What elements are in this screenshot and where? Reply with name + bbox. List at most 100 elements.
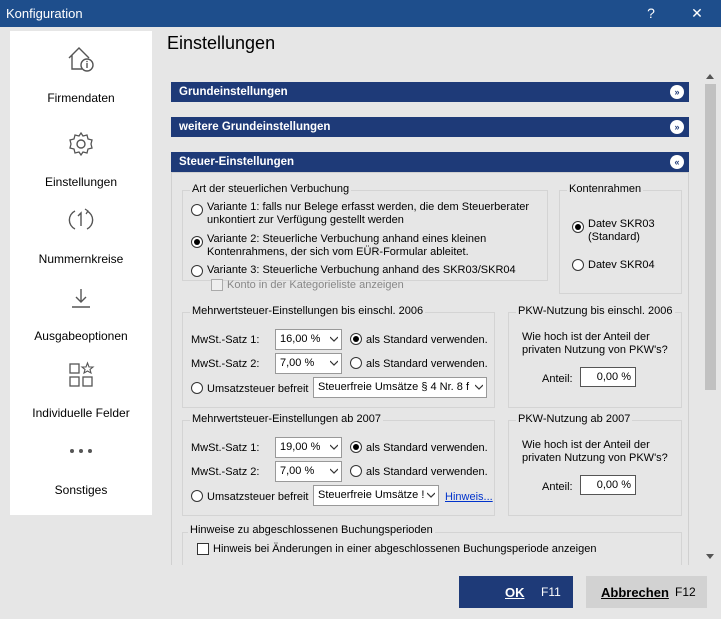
- gear-icon: [69, 131, 93, 157]
- pkw2006-share-input[interactable]: 0,00 %: [580, 367, 636, 387]
- variant3-label: Variante 3: Steuerliche Verbuchung anhan…: [207, 264, 516, 276]
- cycle-one-icon: [68, 208, 94, 230]
- mwst2006-exempt-label: Umsatzsteuer befreit: [207, 383, 309, 395]
- sidebar-item-einstellungen[interactable]: Einstellungen: [10, 108, 152, 189]
- expand-chevron-icon[interactable]: »: [670, 120, 684, 134]
- mwst2006-rate1-standard-label: als Standard verwenden.: [366, 334, 488, 346]
- kontenrahmen-title: Kontenrahmen: [567, 183, 644, 195]
- konto-kategorie-checkbox[interactable]: [211, 279, 223, 291]
- variant2-label: Variante 2: Steuerliche Verbuchung anhan…: [207, 233, 487, 245]
- mwst2006-rate1-label: MwSt.-Satz 1:: [191, 334, 260, 346]
- collapse-chevron-icon[interactable]: «: [670, 155, 684, 169]
- section-weitere-grundeinstellungen[interactable]: weitere Grundeinstellungen »: [171, 117, 689, 137]
- grid-star-icon: [69, 361, 95, 387]
- mwst2007-rate2-standard-radio[interactable]: [350, 465, 362, 477]
- window-title: Konfiguration: [6, 6, 83, 21]
- mwst2006-rate2-standard-radio[interactable]: [350, 357, 362, 369]
- close-button[interactable]: ✕: [686, 3, 708, 23]
- pkw2007-share-label: Anteil:: [542, 481, 573, 493]
- pkw2006-group: [508, 312, 682, 408]
- section-label: weitere Grundeinstellungen: [179, 121, 331, 133]
- chevron-down-icon: [330, 336, 338, 342]
- help-button[interactable]: ?: [640, 3, 662, 23]
- sidebar-item-sonstiges[interactable]: Sonstiges: [10, 416, 152, 497]
- chevron-down-icon: [330, 444, 338, 450]
- mwst2007-rate1-standard-radio[interactable]: [350, 441, 362, 453]
- perioden-title: Hinweise zu abgeschlossenen Buchungsperi…: [188, 524, 435, 536]
- variant2-radio[interactable]: [191, 236, 203, 248]
- sidebar-item-ausgabeoptionen[interactable]: Ausgabeoptionen: [10, 262, 152, 343]
- sidebar-item-nummernkreise[interactable]: Nummernkreise: [10, 185, 152, 266]
- expand-chevron-icon[interactable]: »: [670, 85, 684, 99]
- settings-scroll-area: Grundeinstellungen » weitere Grundeinste…: [156, 69, 701, 565]
- vertical-scrollbar[interactable]: [702, 69, 718, 565]
- hinweis-link[interactable]: Hinweis...: [445, 491, 493, 503]
- cancel-label: Abbrechen: [601, 585, 669, 600]
- select-value: 16,00 %: [280, 333, 321, 345]
- mwst2006-rate2-label: MwSt.-Satz 2:: [191, 358, 260, 370]
- verbuchung-title: Art der steuerlichen Verbuchung: [190, 183, 352, 195]
- pkw2007-share-input[interactable]: 0,00 %: [580, 475, 636, 495]
- skr03-radio[interactable]: [572, 221, 584, 233]
- variant3-radio[interactable]: [191, 265, 203, 277]
- pkw2006-question-2: privaten Nutzung von PKW's?: [522, 344, 668, 356]
- download-icon: [72, 289, 90, 308]
- skr03-label: Datev SKR03: [588, 218, 655, 230]
- variant2-label-2: Kontenrahmens, der sich vom EÜR-Formular…: [207, 246, 469, 258]
- page-title: Einstellungen: [167, 33, 276, 53]
- variant1-label-2: unkontiert zur Verfügung gestellt werden: [207, 214, 404, 226]
- mwst2007-rate1-label: MwSt.-Satz 1:: [191, 442, 260, 454]
- chevron-down-icon: [330, 468, 338, 474]
- section-steuer-einstellungen[interactable]: Steuer-Einstellungen «: [171, 152, 689, 172]
- section-grundeinstellungen[interactable]: Grundeinstellungen »: [171, 82, 689, 102]
- sidebar-item-firmendaten[interactable]: Firmendaten: [10, 31, 152, 108]
- chevron-down-icon: [475, 384, 483, 390]
- skr04-radio[interactable]: [572, 259, 584, 271]
- cancel-shortcut: F12: [675, 585, 696, 599]
- mwst2007-exempt-label: Umsatzsteuer befreit: [207, 491, 309, 503]
- perioden-checkbox[interactable]: [197, 543, 209, 555]
- mwst2007-title: Mehrwertsteuer-Einstellungen ab 2007: [190, 413, 383, 425]
- steuer-panel: Art der steuerlichen Verbuchung Variante…: [171, 172, 689, 565]
- ok-label: OK: [505, 585, 525, 600]
- mwst2006-exempt-select[interactable]: Steuerfreie Umsätze § 4 Nr. 8 f: [313, 377, 487, 398]
- sidebar-item-individuelle-felder[interactable]: Individuelle Felder: [10, 339, 152, 420]
- mwst2007-exempt-radio[interactable]: [191, 490, 203, 502]
- mwst2006-title: Mehrwertsteuer-Einstellungen bis einschl…: [190, 305, 426, 317]
- mwst2007-rate2-select[interactable]: 7,00 %: [275, 461, 342, 482]
- cancel-button[interactable]: Abbrechen F12: [586, 576, 707, 608]
- mwst2006-rate2-standard-label: als Standard verwenden.: [366, 358, 488, 370]
- pkw2006-share-label: Anteil:: [542, 373, 573, 385]
- perioden-checkbox-label: Hinweis bei Änderungen in einer abgeschl…: [213, 543, 597, 555]
- sidebar: Firmendaten Einstellungen Nummernkreise …: [10, 31, 152, 515]
- mwst2007-rate2-label: MwSt.-Satz 2:: [191, 466, 260, 478]
- title-bar: Konfiguration ? ✕: [0, 0, 721, 27]
- chevron-down-icon: [330, 360, 338, 366]
- section-label: Grundeinstellungen: [179, 86, 288, 98]
- pkw2007-group: [508, 420, 682, 516]
- scroll-up-icon[interactable]: [706, 73, 714, 79]
- variant1-radio[interactable]: [191, 204, 203, 216]
- select-value: 7,00 %: [280, 465, 315, 477]
- mwst2006-exempt-radio[interactable]: [191, 382, 203, 394]
- house-info-icon: [68, 47, 94, 72]
- pkw2007-question: Wie hoch ist der Anteil der: [522, 439, 650, 451]
- select-value: Steuerfreie Umsätze § 4 Nr. 8 f: [318, 381, 470, 393]
- mwst2006-rate1-select[interactable]: 16,00 %: [275, 329, 342, 350]
- section-label: Steuer-Einstellungen: [179, 156, 295, 168]
- skr04-label: Datev SKR04: [588, 259, 655, 271]
- mwst2006-rate2-select[interactable]: 7,00 %: [275, 353, 342, 374]
- scrollbar-thumb[interactable]: [705, 84, 716, 390]
- more-dots-icon: [70, 449, 92, 453]
- scroll-down-icon[interactable]: [706, 554, 714, 560]
- pkw2007-title: PKW-Nutzung ab 2007: [516, 413, 633, 425]
- ok-button[interactable]: OK F11: [459, 576, 573, 608]
- mwst2007-rate1-select[interactable]: 19,00 %: [275, 437, 342, 458]
- sidebar-item-label: Firmendaten: [47, 91, 115, 105]
- mwst2006-rate1-standard-radio[interactable]: [350, 333, 362, 345]
- konto-kategorie-label: Konto in der Kategorieliste anzeigen: [227, 279, 404, 291]
- skr03-label-2: (Standard): [588, 231, 640, 243]
- mwst2007-rate1-standard-label: als Standard verwenden.: [366, 442, 488, 454]
- pkw2007-question-2: privaten Nutzung von PKW's?: [522, 452, 668, 464]
- mwst2007-exempt-select[interactable]: Steuerfreie Umsätze !: [313, 485, 439, 506]
